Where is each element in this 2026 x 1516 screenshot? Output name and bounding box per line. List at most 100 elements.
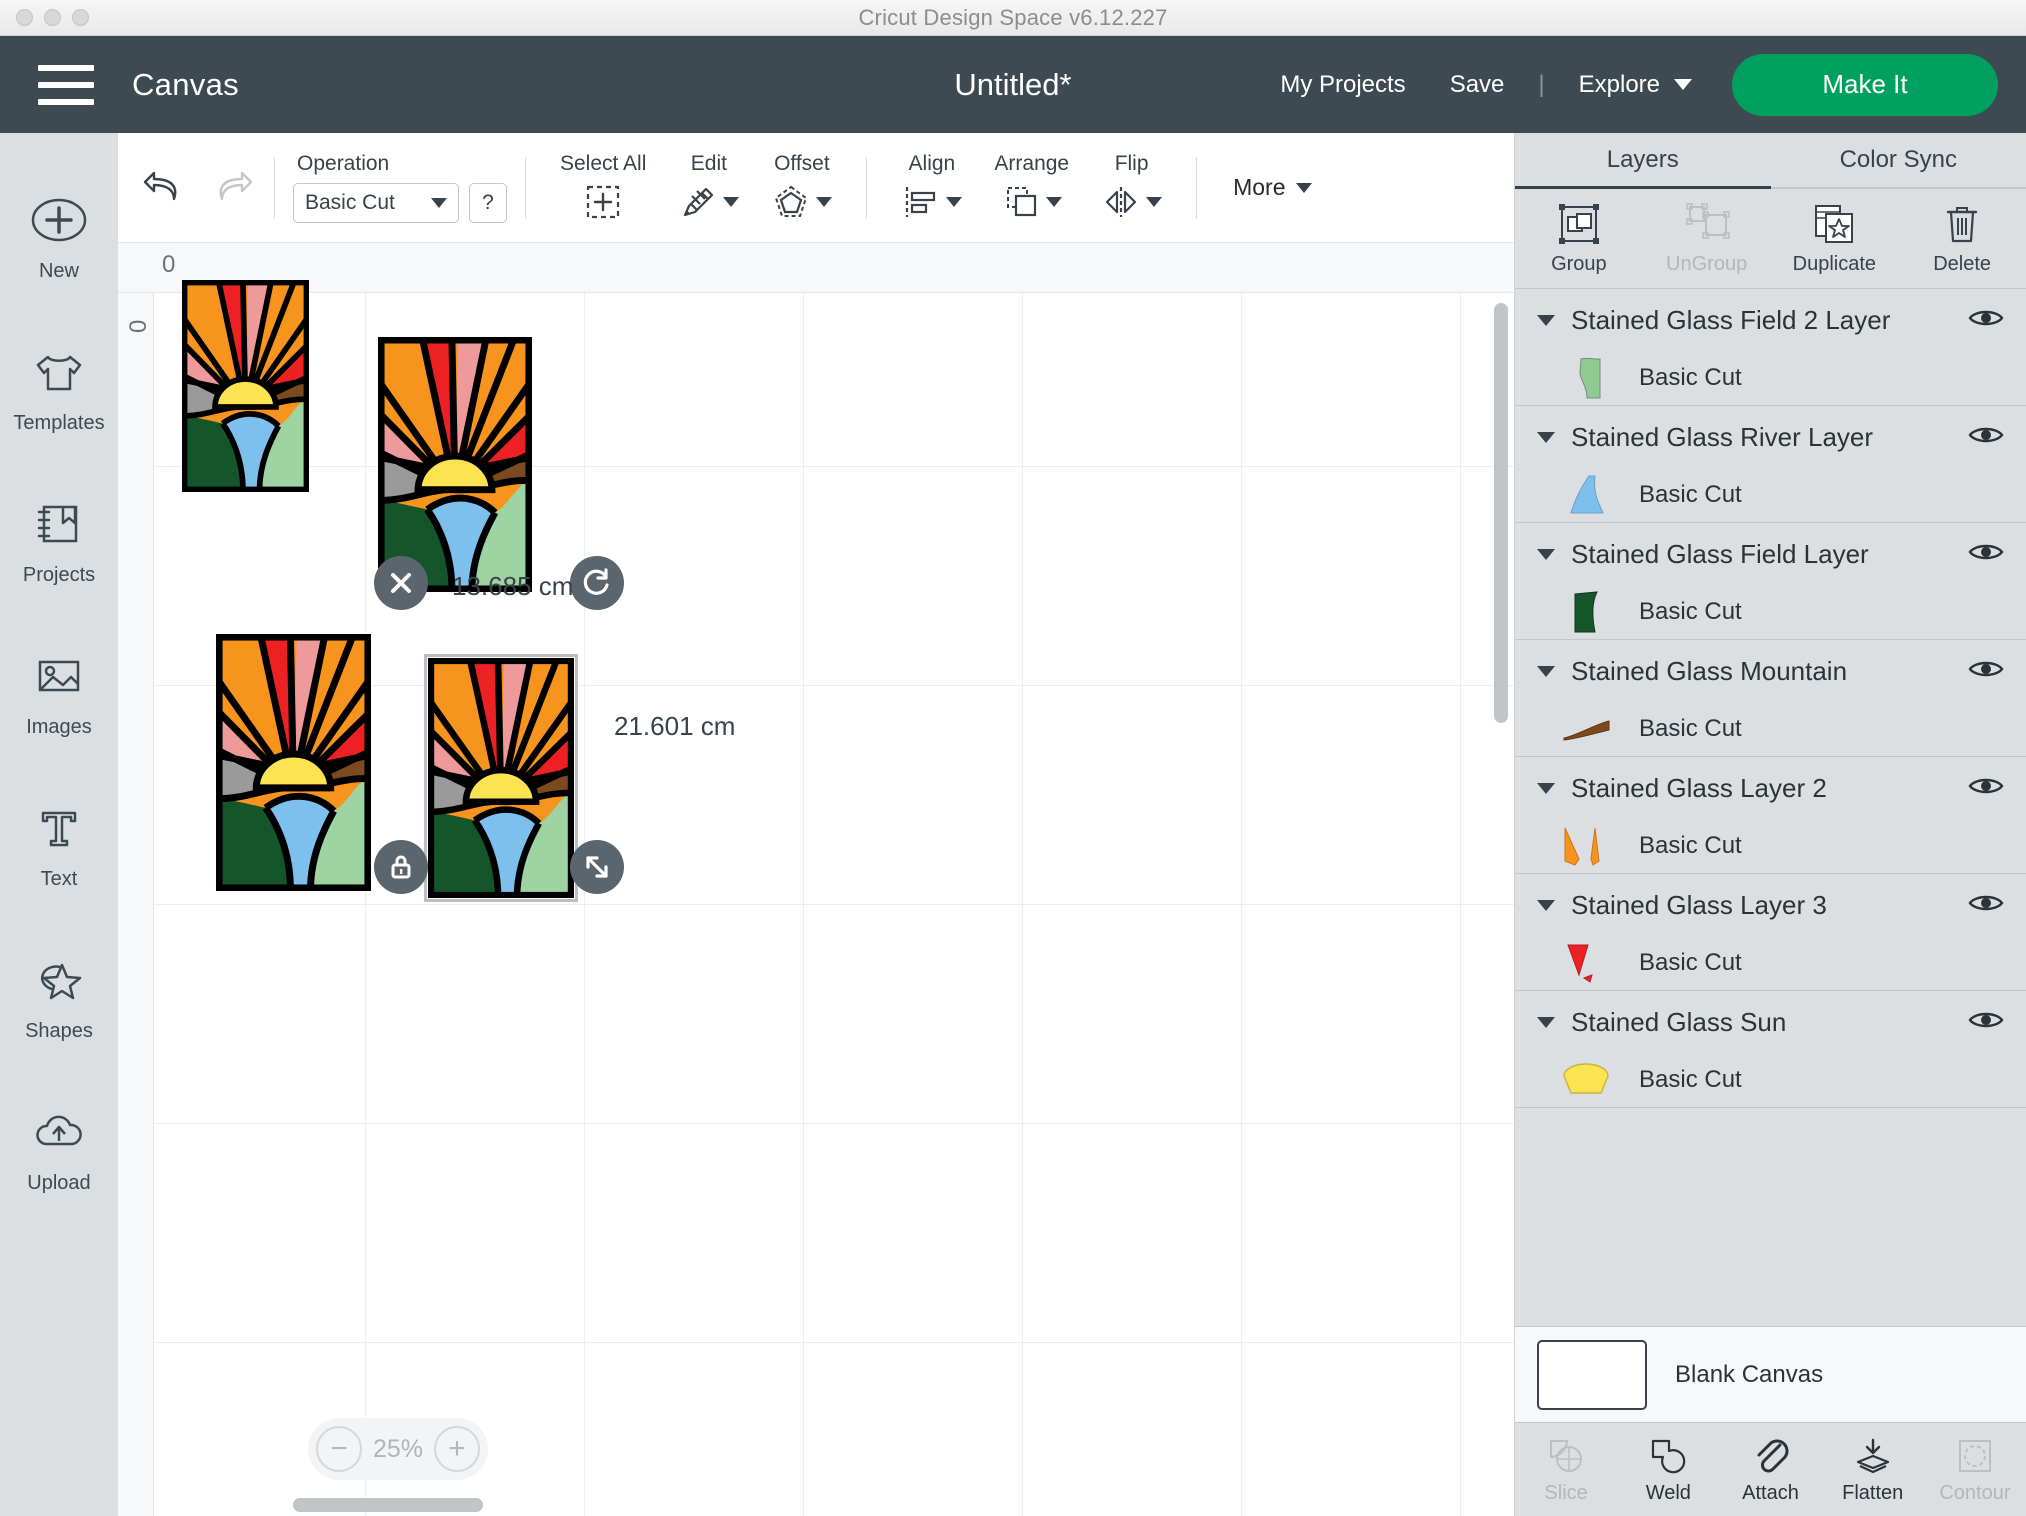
sidebar-item-templates[interactable]: Templates bbox=[0, 313, 118, 465]
edit-button[interactable]: Edit bbox=[662, 152, 755, 224]
chevron-down-icon[interactable] bbox=[1537, 431, 1555, 443]
layer-row[interactable]: Basic Cut bbox=[1515, 819, 2026, 873]
canvas-label: Canvas bbox=[132, 66, 239, 102]
visibility-toggle-icon[interactable] bbox=[1968, 1008, 2004, 1037]
chevron-down-icon[interactable] bbox=[1537, 1016, 1555, 1028]
ruler-left-origin: 0 bbox=[125, 319, 152, 333]
weld-label: Weld bbox=[1645, 1481, 1691, 1504]
stained-glass-art-2[interactable] bbox=[378, 337, 532, 592]
layer-row[interactable]: Basic Cut bbox=[1515, 1053, 2026, 1107]
sidebar-label-text: Text bbox=[40, 868, 78, 890]
stained-glass-art-3[interactable] bbox=[216, 634, 371, 891]
canvas-vertical-scrollbar[interactable] bbox=[1494, 303, 1508, 723]
slice-button[interactable]: Slice bbox=[1515, 1423, 1617, 1516]
chevron-down-icon[interactable] bbox=[1537, 314, 1555, 326]
align-button[interactable]: Align bbox=[885, 152, 978, 224]
save-button[interactable]: Save bbox=[1428, 71, 1527, 99]
trash-icon bbox=[1946, 207, 1978, 243]
group-button[interactable]: Group bbox=[1515, 189, 1643, 288]
duplicate-button[interactable]: Duplicate bbox=[1771, 189, 1899, 288]
more-button[interactable]: More bbox=[1215, 174, 1329, 201]
chevron-down-icon[interactable] bbox=[1537, 548, 1555, 560]
layer-header[interactable]: Stained Glass Field 2 Layer bbox=[1515, 289, 2026, 351]
delete-button[interactable]: Delete bbox=[1898, 189, 2026, 288]
rotate-selection-handle[interactable] bbox=[570, 556, 624, 610]
attach-button[interactable]: Attach bbox=[1719, 1423, 1821, 1516]
canvas-horizontal-scrollbar[interactable] bbox=[293, 1498, 483, 1512]
sidebar-item-images[interactable]: Images bbox=[0, 617, 118, 769]
layer-header[interactable]: Stained Glass River Layer bbox=[1515, 406, 2026, 468]
text-t-icon bbox=[30, 799, 88, 857]
select-all-button[interactable]: Select All bbox=[544, 152, 662, 224]
more-label: More bbox=[1233, 174, 1286, 200]
ungroup-button[interactable]: UnGroup bbox=[1643, 189, 1771, 288]
layer-header[interactable]: Stained Glass Mountain bbox=[1515, 640, 2026, 702]
tshirt-icon bbox=[30, 343, 88, 401]
layer-row[interactable]: Basic Cut bbox=[1515, 468, 2026, 522]
layer-row[interactable]: Basic Cut bbox=[1515, 936, 2026, 990]
offset-button[interactable]: Offset bbox=[755, 152, 848, 224]
layer-header[interactable]: Stained Glass Layer 3 bbox=[1515, 874, 2026, 936]
tab-color-sync[interactable]: Color Sync bbox=[1770, 133, 2026, 189]
layer-header[interactable]: Stained Glass Layer 2 bbox=[1515, 757, 2026, 819]
attach-label: Attach bbox=[1742, 1481, 1799, 1504]
visibility-toggle-icon[interactable] bbox=[1968, 891, 2004, 920]
undo-icon[interactable] bbox=[140, 165, 186, 210]
layer-title: Stained Glass Layer 2 bbox=[1571, 772, 1827, 803]
canvas-area[interactable]: 0 0 13.685 cm 21.601 cm − 25% + bbox=[118, 243, 1514, 1516]
panel-bottom-tools: Slice Weld Attach Flatten Contour bbox=[1515, 1422, 2026, 1516]
sidebar-item-text[interactable]: Text bbox=[0, 769, 118, 921]
visibility-toggle-icon[interactable] bbox=[1968, 423, 2004, 452]
chevron-down-icon[interactable] bbox=[1537, 899, 1555, 911]
resize-selection-handle[interactable] bbox=[570, 840, 624, 894]
canvas-thumbnail bbox=[1537, 1339, 1647, 1410]
hamburger-menu-icon[interactable] bbox=[38, 64, 94, 105]
sidebar-item-shapes[interactable]: Shapes bbox=[0, 921, 118, 1073]
chevron-down-icon[interactable] bbox=[1537, 665, 1555, 677]
zoom-out-button[interactable]: − bbox=[316, 1426, 362, 1472]
layer-title: Stained Glass Sun bbox=[1571, 1006, 1787, 1037]
layer-swatch-icon bbox=[1561, 590, 1613, 634]
undo-redo-group bbox=[140, 165, 256, 210]
plus-circle-icon bbox=[30, 191, 88, 249]
contour-button[interactable]: Contour bbox=[1924, 1423, 2026, 1516]
visibility-toggle-icon[interactable] bbox=[1968, 540, 2004, 569]
operation-select[interactable]: Basic Cut bbox=[293, 183, 459, 223]
operation-help-button[interactable]: ? bbox=[469, 183, 507, 223]
weld-button[interactable]: Weld bbox=[1617, 1423, 1719, 1516]
layer-row[interactable]: Basic Cut bbox=[1515, 702, 2026, 756]
tab-layers[interactable]: Layers bbox=[1515, 133, 1771, 189]
delete-selection-handle[interactable] bbox=[374, 556, 428, 610]
machine-selector[interactable]: Explore bbox=[1557, 71, 1714, 99]
align-left-icon bbox=[906, 186, 936, 217]
layer-row[interactable]: Basic Cut bbox=[1515, 351, 2026, 405]
sidebar-item-projects[interactable]: Projects bbox=[0, 465, 118, 617]
layer-header[interactable]: Stained Glass Sun bbox=[1515, 991, 2026, 1053]
stained-glass-art-1[interactable] bbox=[182, 280, 309, 492]
zoom-in-button[interactable]: + bbox=[433, 1426, 480, 1472]
toolbar-divider-2 bbox=[525, 156, 526, 219]
layer-title: Stained Glass Layer 3 bbox=[1571, 889, 1827, 920]
layer-title: Stained Glass Field 2 Layer bbox=[1571, 304, 1891, 335]
layer-row[interactable]: Basic Cut bbox=[1515, 585, 2026, 639]
flip-button[interactable]: Flip bbox=[1085, 152, 1178, 224]
flatten-button[interactable]: Flatten bbox=[1822, 1423, 1924, 1516]
chevron-down-icon[interactable] bbox=[1537, 782, 1555, 794]
chevron-down-icon bbox=[816, 196, 833, 207]
lock-aspect-handle[interactable] bbox=[374, 840, 428, 894]
redo-icon[interactable] bbox=[210, 165, 256, 210]
sidebar-item-upload[interactable]: Upload bbox=[0, 1073, 118, 1225]
my-projects-link[interactable]: My Projects bbox=[1258, 71, 1427, 99]
visibility-toggle-icon[interactable] bbox=[1968, 306, 2004, 335]
selection-bounding-box bbox=[424, 654, 578, 902]
chevron-down-icon bbox=[1674, 79, 1692, 90]
weld-icon bbox=[1652, 1439, 1686, 1473]
blank-canvas-row[interactable]: Blank Canvas bbox=[1515, 1326, 2026, 1422]
make-it-button[interactable]: Make It bbox=[1732, 53, 1998, 116]
arrange-button[interactable]: Arrange bbox=[978, 152, 1085, 224]
visibility-toggle-icon[interactable] bbox=[1968, 657, 2004, 686]
sidebar-item-new[interactable]: New bbox=[0, 161, 118, 313]
visibility-toggle-icon[interactable] bbox=[1968, 774, 2004, 803]
layer-swatch-icon bbox=[1561, 473, 1613, 517]
layer-header[interactable]: Stained Glass Field Layer bbox=[1515, 523, 2026, 585]
